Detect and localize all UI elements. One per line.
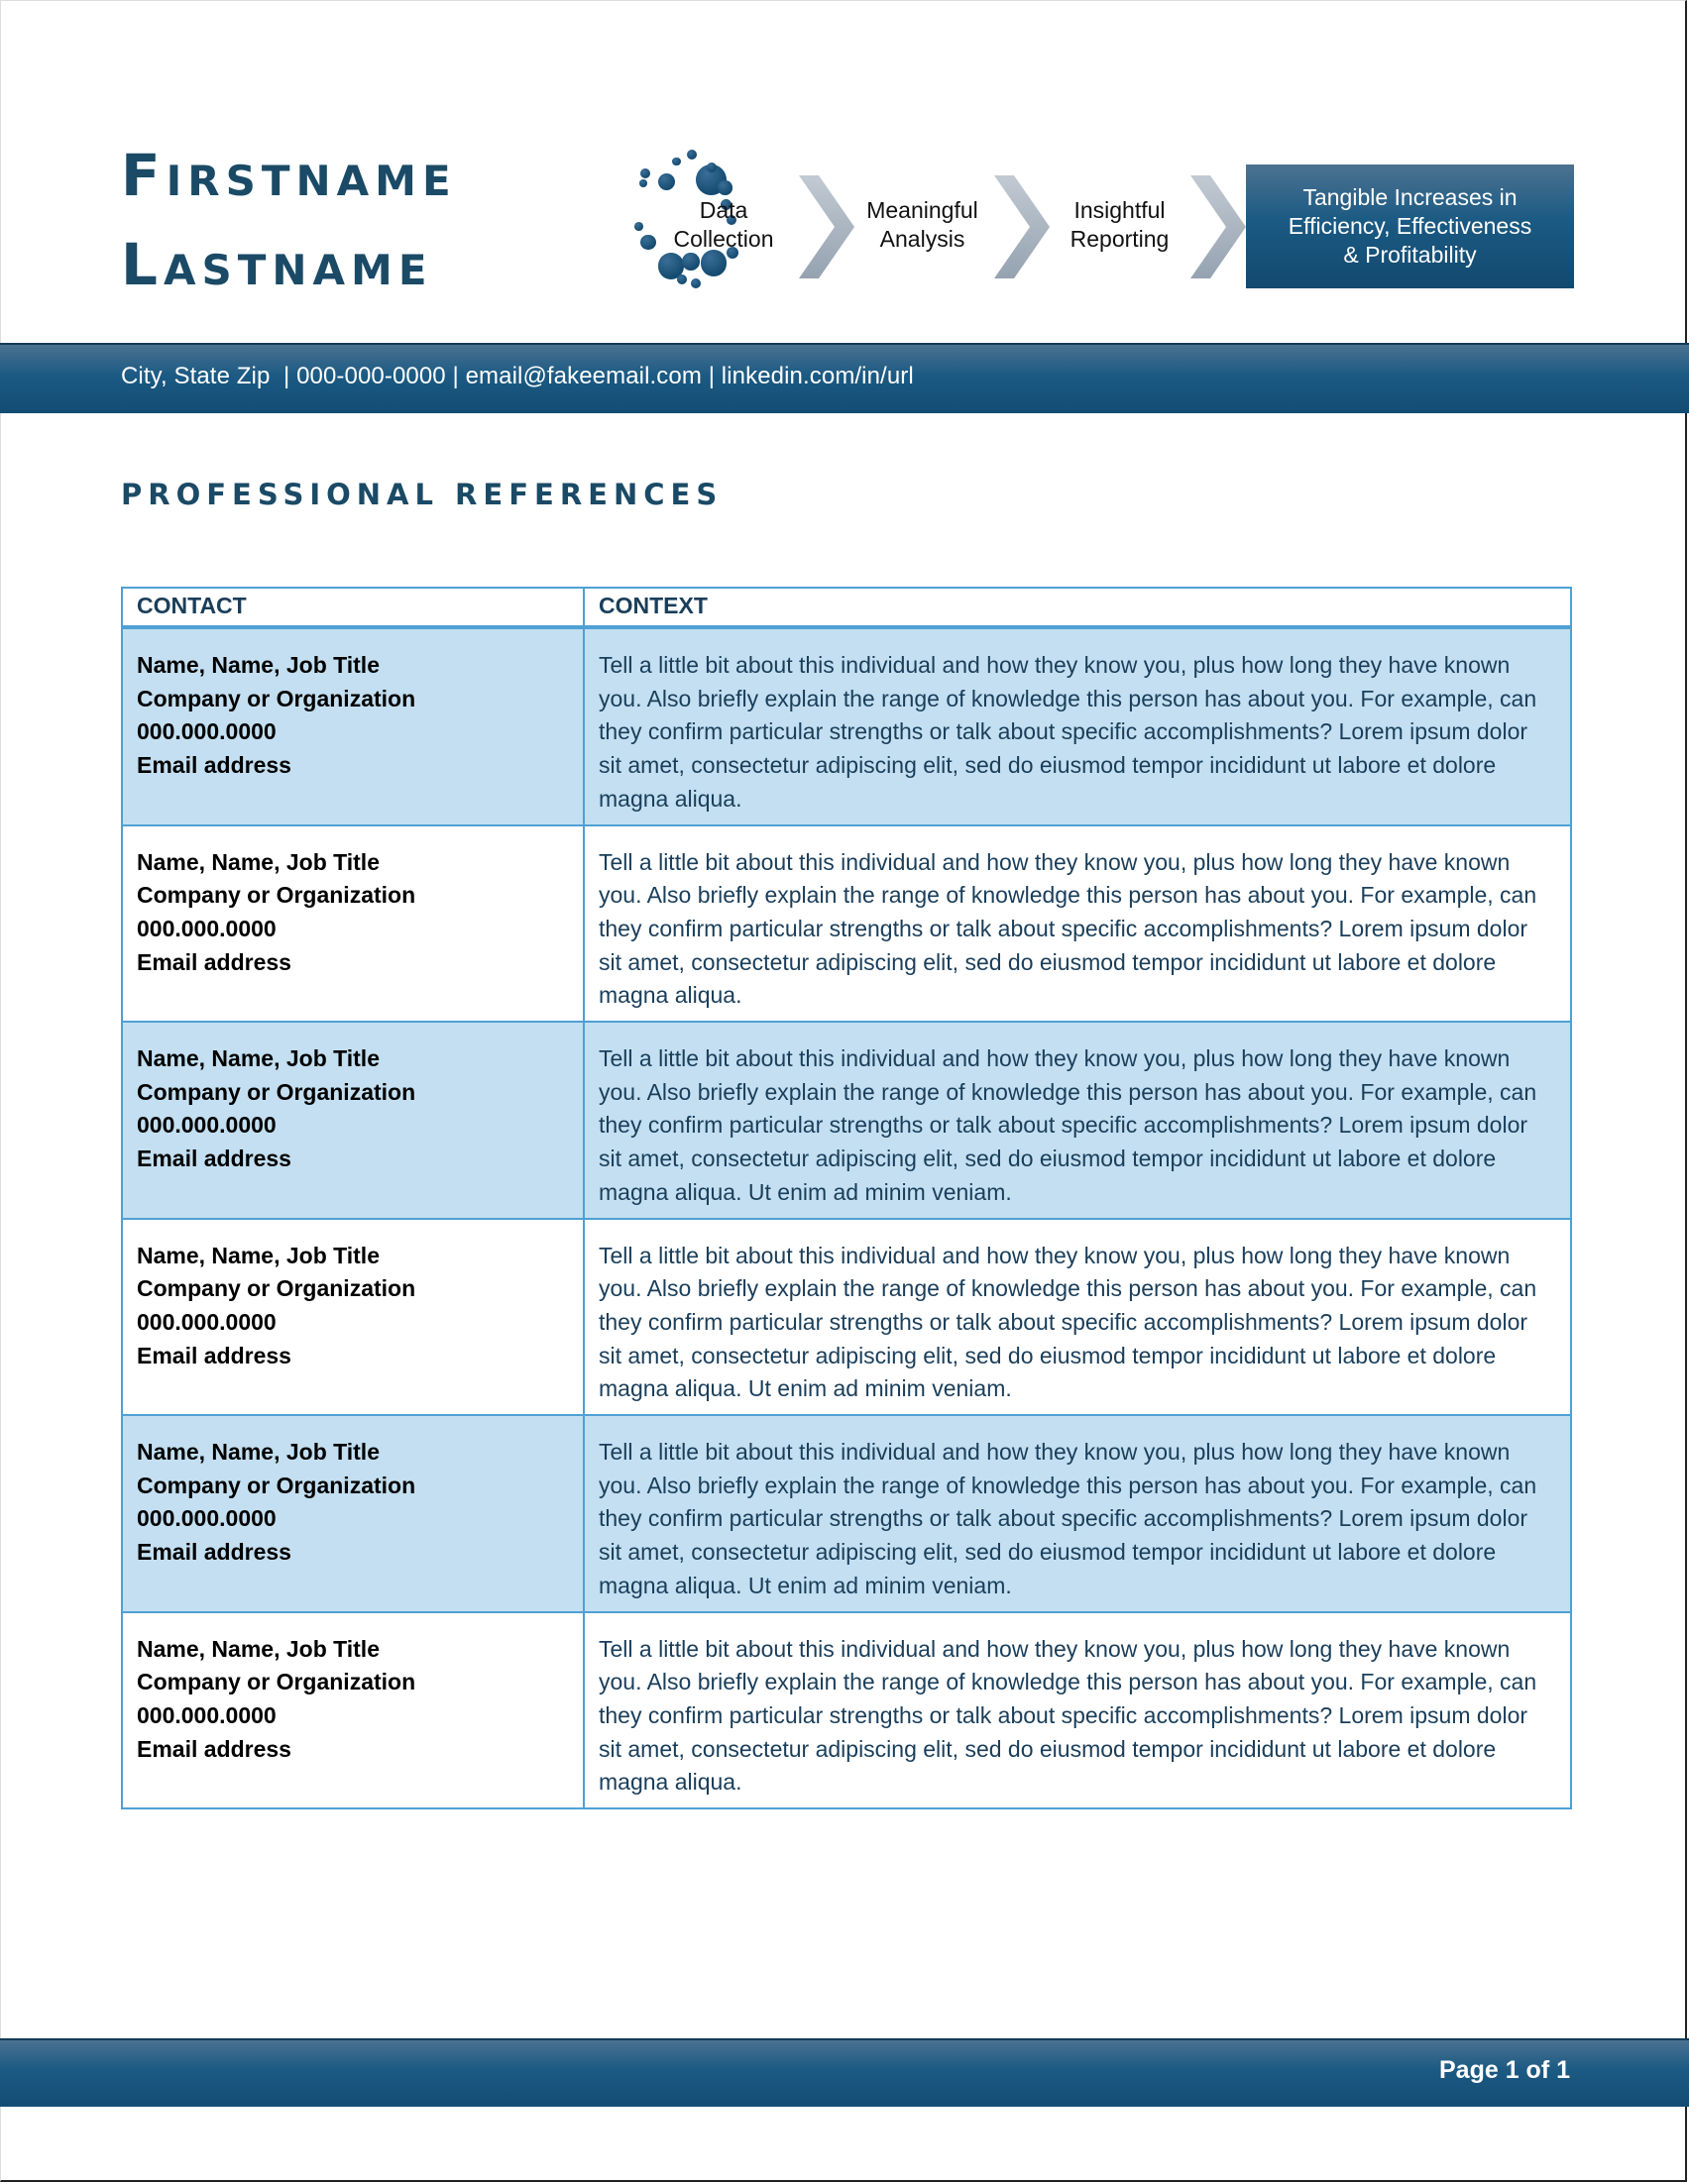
- contact-cell: Name, Name, Job Title Company or Organiza…: [121, 1610, 585, 1810]
- contact-cell: Name, Name, Job Title Company or Organiza…: [121, 1414, 585, 1613]
- footer-bar: Page 1 of 1: [0, 2038, 1689, 2107]
- dot-icon: [634, 222, 643, 232]
- table-header-row: CONTACT CONTEXT: [121, 587, 1572, 628]
- contact-info: City, State Zip | 000-000-0000 | email@f…: [121, 363, 914, 389]
- contact-cell: Name, Name, Job Title Company or Organiza…: [121, 626, 585, 826]
- dot-icon: [657, 172, 676, 191]
- context-cell: Tell a little bit about this individual …: [583, 1217, 1572, 1417]
- chevron-right-icon: [994, 175, 1050, 278]
- contact-phone: 000.000.0000: [137, 1505, 277, 1532]
- contact-company: Company or Organization: [137, 1472, 416, 1498]
- contact-name: Name, Name, Job Title: [137, 652, 380, 678]
- chevron-right-icon: [799, 175, 854, 278]
- dot-icon: [672, 157, 682, 166]
- contact-company: Company or Organization: [137, 1275, 416, 1302]
- contact-bar: City, State Zip | 000-000-0000 | email@f…: [0, 343, 1689, 413]
- contact-email: Email address: [137, 1539, 291, 1566]
- dot-icon: [691, 278, 701, 289]
- references-table: CONTACT CONTEXT Name, Name, Job Title Com…: [121, 587, 1572, 1810]
- step-line: Analysis: [879, 226, 965, 252]
- context-cell: Tell a little bit about this individual …: [583, 626, 1572, 826]
- contact-phone: 000.000.0000: [137, 915, 277, 941]
- contact-email: Email address: [137, 752, 291, 779]
- dot-icon: [687, 150, 698, 161]
- dot-icon: [700, 250, 728, 276]
- context-cell: Tell a little bit about this individual …: [583, 1414, 1572, 1613]
- section-title: PROFESSIONAL REFERENCES: [121, 478, 724, 511]
- contact-email: Email address: [137, 948, 291, 975]
- contact-phone: 000.000.0000: [137, 1701, 277, 1728]
- contact-company: Company or Organization: [137, 1669, 416, 1695]
- table-row: Name, Name, Job Title Company or Organiza…: [121, 823, 1572, 1024]
- table-row: Name, Name, Job Title Company or Organiza…: [121, 1610, 1572, 1810]
- dot-icon: [682, 253, 700, 271]
- goal-line: Efficiency, Effectiveness: [1288, 213, 1532, 239]
- step-meaningful-analysis: Meaningful Analysis: [850, 196, 994, 254]
- table-row: Name, Name, Job Title Company or Organiza…: [121, 1021, 1572, 1220]
- contact-email: Email address: [137, 1735, 291, 1762]
- contact-email: Email address: [137, 1146, 291, 1172]
- contact-company: Company or Organization: [137, 685, 416, 711]
- table-row: Name, Name, Job Title Company or Organiza…: [121, 1414, 1572, 1613]
- dot-icon: [718, 180, 732, 195]
- dot-icon: [640, 167, 651, 178]
- contact-company: Company or Organization: [137, 882, 416, 909]
- contact-name: Name, Name, Job Title: [137, 1045, 380, 1072]
- goal-box: Tangible Increases in Efficiency, Effect…: [1246, 164, 1574, 288]
- goal-line: & Profitability: [1343, 242, 1477, 268]
- contact-company: Company or Organization: [137, 1078, 416, 1105]
- context-cell: Tell a little bit about this individual …: [583, 1610, 1572, 1810]
- step-line: Reporting: [1070, 226, 1170, 252]
- step-line: Insightful: [1073, 197, 1166, 223]
- contact-phone: 000.000.0000: [137, 718, 277, 745]
- page-number: Page 1 of 1: [1439, 2056, 1570, 2084]
- step-line: Meaningful: [866, 197, 978, 223]
- contact-email: Email address: [137, 1342, 291, 1368]
- step-line: Collection: [673, 226, 774, 252]
- context-cell: Tell a little bit about this individual …: [583, 1021, 1572, 1220]
- step-insightful-reporting: Insightful Reporting: [1048, 196, 1191, 254]
- table-row: Name, Name, Job Title Company or Organiza…: [121, 626, 1572, 826]
- column-header-context: CONTEXT: [583, 587, 1572, 628]
- contact-name: Name, Name, Job Title: [137, 848, 380, 875]
- column-header-contact: CONTACT: [121, 587, 585, 628]
- contact-phone: 000.000.0000: [137, 1112, 277, 1139]
- dot-icon: [707, 162, 718, 172]
- chevron-right-icon: [1190, 175, 1246, 278]
- step-line: Data: [699, 197, 748, 223]
- table-row: Name, Name, Job Title Company or Organiza…: [121, 1217, 1572, 1417]
- contact-name: Name, Name, Job Title: [137, 1635, 380, 1662]
- dot-icon: [677, 274, 688, 284]
- goal-line: Tangible Increases in: [1302, 184, 1518, 210]
- context-cell: Tell a little bit about this individual …: [583, 823, 1572, 1024]
- contact-phone: 000.000.0000: [137, 1308, 277, 1335]
- process-graphic: Data Collection Meaningful Analysis Insi…: [0, 0, 1689, 337]
- contact-cell: Name, Name, Job Title Company or Organiza…: [121, 1217, 585, 1417]
- contact-cell: Name, Name, Job Title Company or Organiza…: [121, 823, 585, 1024]
- contact-name: Name, Name, Job Title: [137, 1439, 380, 1466]
- contact-cell: Name, Name, Job Title Company or Organiza…: [121, 1021, 585, 1220]
- step-data-collection: Data Collection: [649, 196, 798, 254]
- dot-icon: [638, 179, 647, 187]
- contact-name: Name, Name, Job Title: [137, 1242, 380, 1268]
